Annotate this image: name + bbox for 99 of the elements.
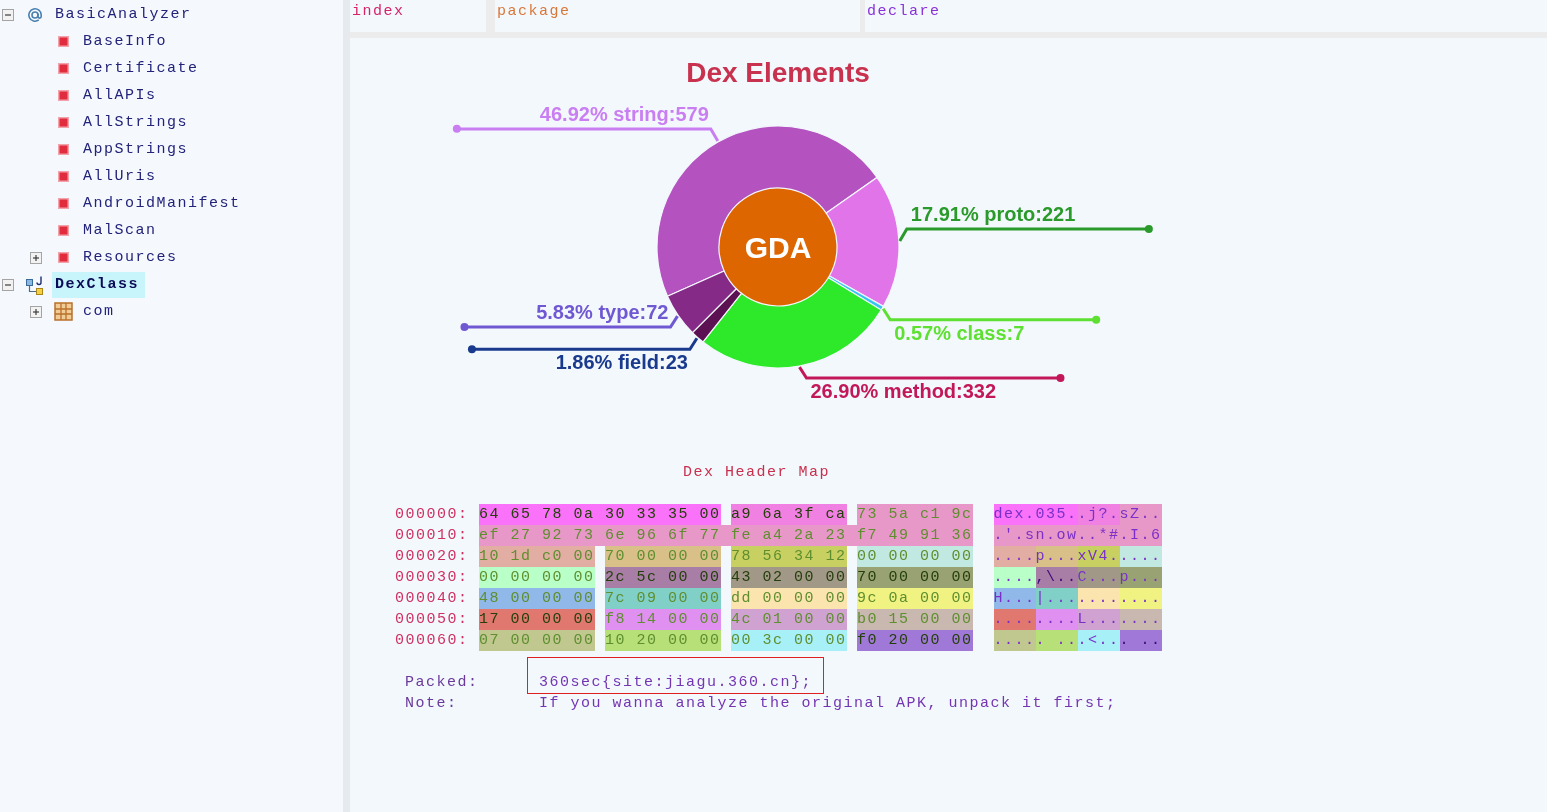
tree-item[interactable]: AllStrings bbox=[80, 109, 194, 136]
map-title: Dex Header Map bbox=[682, 463, 832, 483]
hierarchy-icon bbox=[25, 274, 45, 295]
ascii-chars: sZ.. bbox=[1119, 504, 1162, 525]
ascii-chars: xV4. bbox=[1077, 546, 1120, 567]
ascii-chars: .<.. bbox=[1077, 630, 1120, 651]
hex-offset: 000050: bbox=[395, 610, 469, 630]
square-icon bbox=[57, 171, 69, 182]
hex-bytes: 17 00 00 00 bbox=[479, 609, 595, 630]
square-icon bbox=[57, 117, 69, 128]
at-sign-icon bbox=[26, 5, 44, 24]
hex-bytes: 2c 5c 00 00 bbox=[605, 567, 721, 588]
tree-item[interactable]: DexClass bbox=[52, 271, 145, 298]
tree-item[interactable]: BaseInfo bbox=[80, 28, 173, 55]
hex-bytes: 78 56 34 12 bbox=[731, 546, 847, 567]
hex-offset: 000000: bbox=[395, 505, 469, 525]
hex-bytes: 00 3c 00 00 bbox=[731, 630, 847, 651]
ascii-chars: .... bbox=[1035, 609, 1078, 630]
hex-bytes: b0 15 00 00 bbox=[857, 609, 973, 630]
ascii-chars: . .. bbox=[1035, 630, 1078, 651]
ascii-chars: |... bbox=[1035, 588, 1078, 609]
hex-bytes: 00 00 00 00 bbox=[857, 546, 973, 567]
square-icon bbox=[57, 90, 69, 101]
slice-label: 0.57% class:7 bbox=[894, 321, 1025, 344]
ascii-chars: .... bbox=[993, 546, 1036, 567]
square-icon bbox=[57, 144, 69, 155]
slice-label: 26.90% method:332 bbox=[810, 380, 997, 403]
tree-item[interactable]: AndroidManifest bbox=[80, 190, 247, 217]
ascii-chars: dex.035. bbox=[993, 504, 1078, 525]
hex-bytes: 43 02 00 00 bbox=[731, 567, 847, 588]
hex-bytes: 64 65 78 0a 30 33 35 00 bbox=[479, 504, 721, 525]
tree-item[interactable]: AllAPIs bbox=[80, 82, 163, 109]
ascii-chars: .... bbox=[993, 630, 1036, 651]
square-icon bbox=[57, 252, 69, 263]
hex-bytes: 00 00 00 00 bbox=[479, 567, 595, 588]
slice-label: 17.91% proto:221 bbox=[910, 202, 1076, 225]
hex-offset: 000010: bbox=[395, 526, 469, 546]
info-label: Packed: bbox=[405, 674, 480, 692]
slice-label: 46.92% string:579 bbox=[539, 102, 709, 125]
ascii-chars: .... bbox=[993, 609, 1036, 630]
ascii-chars: p... bbox=[1035, 546, 1078, 567]
hex-bytes: f8 14 00 00 bbox=[605, 609, 721, 630]
hex-offset: 000040: bbox=[395, 589, 469, 609]
ascii-chars: . .. bbox=[1119, 630, 1162, 651]
ascii-chars: .... bbox=[1119, 588, 1162, 609]
collapse-icon[interactable] bbox=[2, 278, 14, 291]
ascii-chars: L... bbox=[1077, 609, 1120, 630]
hex-bytes: ef 27 92 73 6e 96 6f 77 fe a4 2a 23 f7 49 91 36 bbox=[479, 525, 973, 546]
hex-bytes: 70 00 00 00 bbox=[857, 567, 973, 588]
column-header: package bbox=[495, 0, 860, 32]
hex-offset: 000020: bbox=[395, 547, 469, 567]
info-label: Note: bbox=[405, 695, 459, 713]
ascii-chars: .'.sn.ow..*#.I.6 bbox=[993, 525, 1162, 546]
hex-bytes: 10 1d c0 00 bbox=[479, 546, 595, 567]
hex-bytes: a9 6a 3f ca bbox=[731, 504, 847, 525]
tree-item[interactable]: MalScan bbox=[80, 217, 163, 244]
tree-item[interactable]: BasicAnalyzer bbox=[52, 1, 198, 28]
grid-icon bbox=[53, 302, 73, 321]
info-value: If you wanna analyze the original APK, unpack it first; bbox=[538, 694, 1118, 714]
column-header: index bbox=[350, 0, 486, 32]
square-icon bbox=[57, 198, 69, 209]
square-icon bbox=[57, 36, 69, 47]
square-icon bbox=[57, 63, 69, 74]
hex-bytes: 7c 09 00 00 bbox=[605, 588, 721, 609]
slice-label: 1.86% field:23 bbox=[555, 351, 688, 374]
tree-item[interactable]: AppStrings bbox=[80, 136, 194, 163]
tree-item[interactable]: com bbox=[80, 298, 121, 325]
expand-icon[interactable] bbox=[30, 305, 42, 318]
hex-bytes: f0 20 00 00 bbox=[857, 630, 973, 651]
ascii-chars: .... bbox=[1119, 546, 1162, 567]
ascii-chars: .j?. bbox=[1077, 504, 1120, 525]
expand-icon[interactable] bbox=[30, 251, 42, 264]
hex-bytes: 4c 01 00 00 bbox=[731, 609, 847, 630]
ascii-chars: .... bbox=[1119, 609, 1162, 630]
hex-bytes: 70 00 00 00 bbox=[605, 546, 721, 567]
collapse-icon[interactable] bbox=[2, 8, 14, 21]
hex-bytes: 48 00 00 00 bbox=[479, 588, 595, 609]
ascii-chars: C... bbox=[1077, 567, 1120, 588]
ascii-chars: .... bbox=[1077, 588, 1120, 609]
chart-center-label: GDA bbox=[744, 231, 812, 264]
column-header: declare bbox=[865, 0, 1547, 32]
tree-item[interactable]: Resources bbox=[80, 244, 184, 271]
hex-offset: 000060: bbox=[395, 631, 469, 651]
hex-bytes: 10 20 00 00 bbox=[605, 630, 721, 651]
ascii-chars: .... bbox=[993, 567, 1036, 588]
hex-bytes: dd 00 00 00 bbox=[731, 588, 847, 609]
square-icon bbox=[57, 225, 69, 236]
ascii-chars: ,\.. bbox=[1035, 567, 1078, 588]
tree-item[interactable]: AllUris bbox=[80, 163, 163, 190]
ascii-chars: p... bbox=[1119, 567, 1162, 588]
tree-item[interactable]: Certificate bbox=[80, 55, 205, 82]
hex-bytes: 07 00 00 00 bbox=[479, 630, 595, 651]
hex-offset: 000030: bbox=[395, 568, 469, 588]
ascii-chars: H... bbox=[993, 588, 1036, 609]
info-value: 360sec{site:jiagu.360.cn}; bbox=[527, 657, 825, 694]
hex-bytes: 73 5a c1 9c bbox=[857, 504, 973, 525]
slice-label: 5.83% type:72 bbox=[536, 301, 669, 324]
chart-title: Dex Elements bbox=[686, 57, 870, 88]
hex-bytes: 9c 0a 00 00 bbox=[857, 588, 973, 609]
